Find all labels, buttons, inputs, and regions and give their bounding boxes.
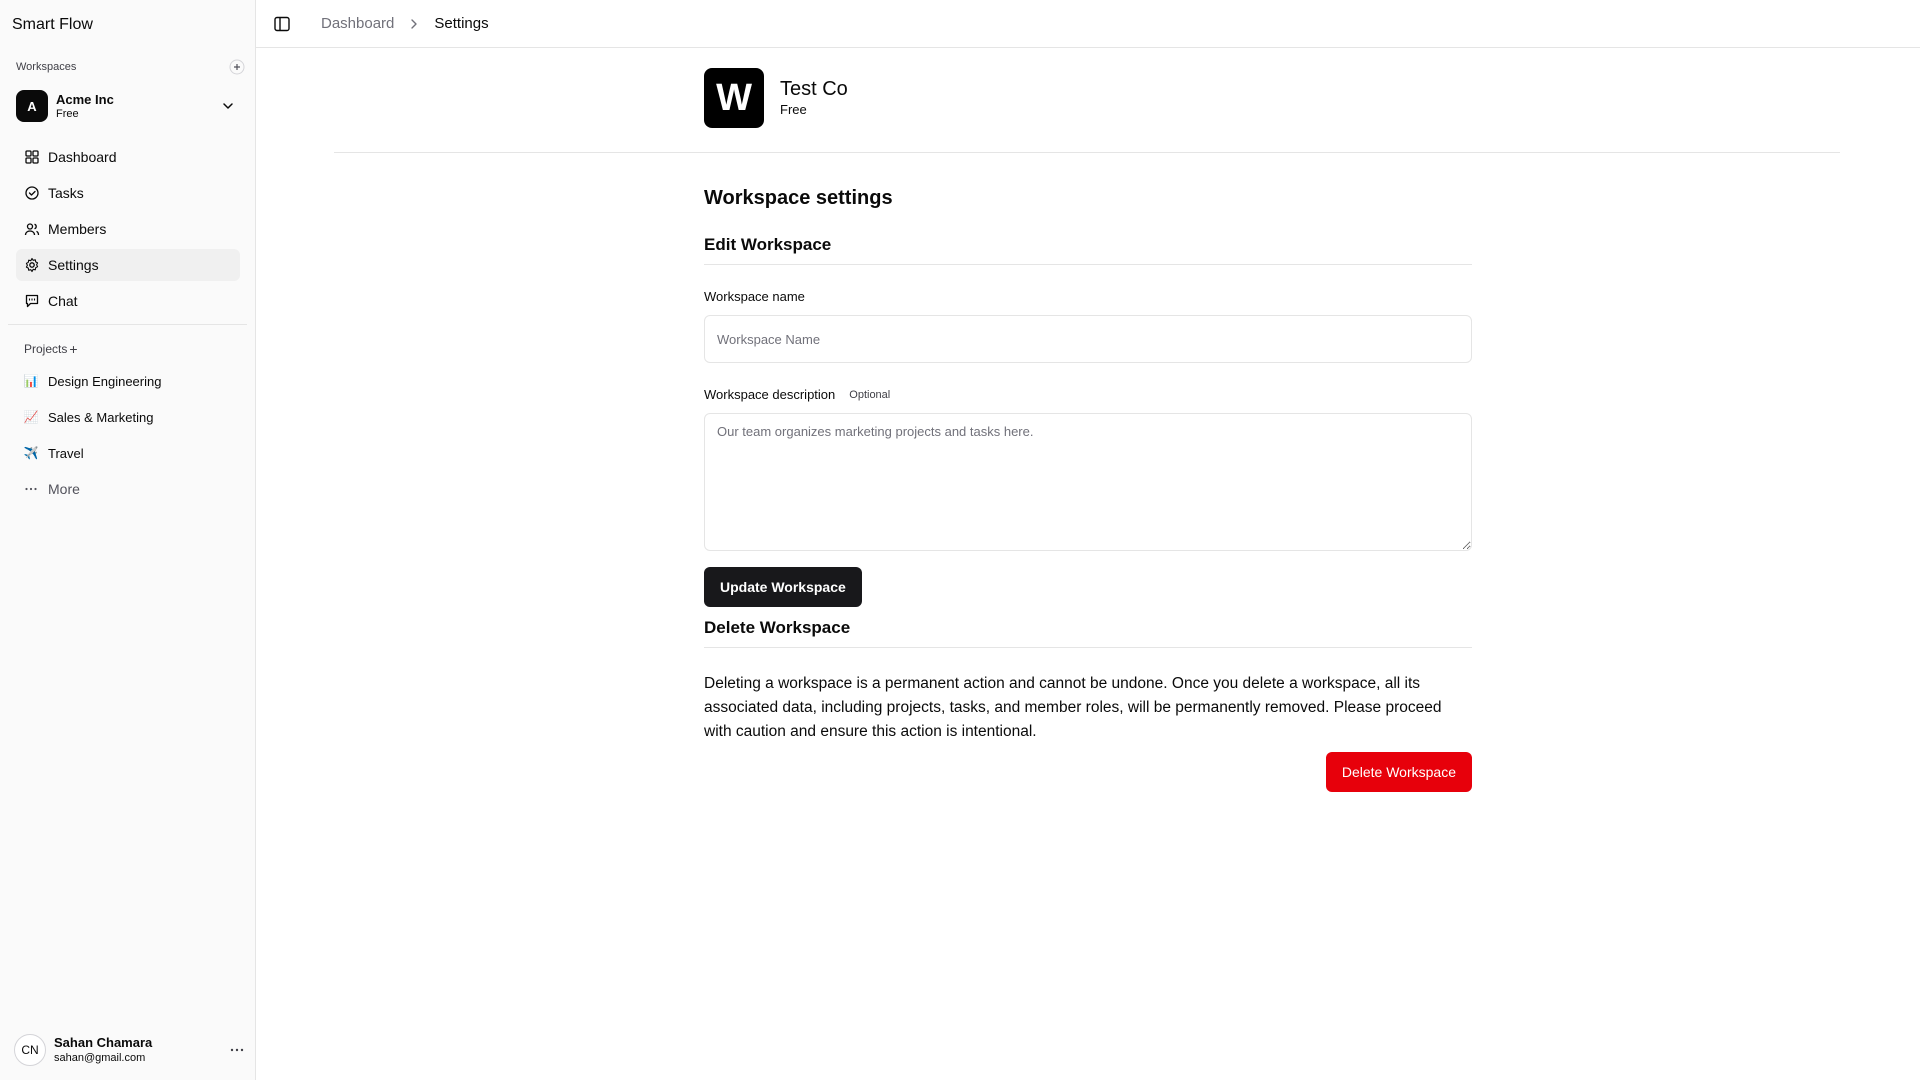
trend-up-icon: 📈 <box>23 410 39 424</box>
more-label: More <box>48 481 80 497</box>
workspace-name: Acme Inc <box>56 91 114 107</box>
project-item-design-engineering[interactable]: 📊 Design Engineering <box>16 365 240 397</box>
add-project-button[interactable]: + <box>69 341 77 357</box>
workspace-description-label: Workspace description Optional <box>704 387 1472 403</box>
workspace-header-name: Test Co <box>780 78 848 100</box>
workspace-header: W Test Co Free <box>704 68 848 128</box>
ellipsis-icon <box>25 487 37 491</box>
projects-list: 📊 Design Engineering 📈 Sales & Marketing… <box>16 365 240 509</box>
workspace-description-label-text: Workspace description <box>704 387 836 402</box>
dashboard-icon <box>25 150 39 164</box>
user-name: Sahan Chamara <box>54 1035 153 1050</box>
sidebar-divider <box>8 324 247 325</box>
nav-item-dashboard[interactable]: Dashboard <box>16 141 240 173</box>
edit-section-divider <box>704 264 1472 265</box>
project-label: Travel <box>48 445 84 461</box>
chevron-down-icon <box>223 103 233 109</box>
projects-more-button[interactable]: More <box>16 473 240 505</box>
page-title: Workspace settings <box>704 187 893 209</box>
nav-item-chat[interactable]: Chat <box>16 285 240 317</box>
nav-label-dashboard: Dashboard <box>48 149 117 165</box>
workspaces-label: Workspaces <box>16 61 77 73</box>
workspace-name-input[interactable] <box>704 315 1472 363</box>
user-email: sahan@gmail.com <box>54 1052 146 1064</box>
nav-label-chat: Chat <box>48 293 78 309</box>
project-label: Sales & Marketing <box>48 409 154 425</box>
projects-header: Projects + <box>24 341 78 357</box>
app-title: Smart Flow <box>12 16 93 33</box>
workspace-plan: Free <box>56 107 79 120</box>
delete-workspace-button[interactable]: Delete Workspace <box>1325 752 1472 792</box>
workspace-name-label: Workspace name <box>704 289 1472 305</box>
delete-section-divider <box>704 647 1472 648</box>
add-workspace-button[interactable] <box>229 59 245 75</box>
nav-item-tasks[interactable]: Tasks <box>16 177 240 209</box>
delete-button-row: Delete Workspace <box>704 752 1472 792</box>
gear-icon <box>25 257 39 273</box>
delete-section-title: Delete Workspace <box>704 618 851 637</box>
workspace-avatar: A <box>16 90 48 122</box>
ellipsis-icon[interactable] <box>229 1042 245 1058</box>
workspace-description-textarea[interactable] <box>704 413 1472 551</box>
avatar: CN <box>14 1034 46 1066</box>
message-icon <box>25 294 39 308</box>
user-menu[interactable]: CN Sahan Chamara sahan@gmail.com <box>14 1032 245 1068</box>
workspace-info: Acme Inc Free <box>56 92 114 121</box>
workspace-logo: W <box>704 68 764 128</box>
chart-icon: 📊 <box>23 374 39 388</box>
workspaces-header: Workspaces <box>16 58 245 76</box>
topbar: Dashboard Settings <box>256 0 1920 48</box>
delete-warning-text: Deleting a workspace is a permanent acti… <box>704 675 1442 740</box>
nav-label-tasks: Tasks <box>48 185 84 201</box>
project-item-travel[interactable]: ✈️ Travel <box>16 437 240 469</box>
nav-item-members[interactable]: Members <box>16 213 240 245</box>
app-root: Smart Flow Workspaces A Acme Inc Free Da… <box>0 0 1920 1080</box>
sidebar: Smart Flow Workspaces A Acme Inc Free Da… <box>0 0 256 1080</box>
nav-item-settings[interactable]: Settings <box>16 249 240 281</box>
breadcrumb-dashboard[interactable]: Dashboard <box>321 15 394 32</box>
settings-content: Workspace settings Edit Workspace Worksp… <box>704 186 1472 792</box>
project-item-sales-marketing[interactable]: 📈 Sales & Marketing <box>16 401 240 433</box>
optional-badge: Optional <box>849 389 891 401</box>
workspace-switcher[interactable]: A Acme Inc Free <box>8 86 244 126</box>
breadcrumb-settings: Settings <box>434 15 489 32</box>
user-info: Sahan Chamara sahan@gmail.com <box>54 1035 152 1065</box>
nav-label-settings: Settings <box>48 257 99 273</box>
main-nav: Dashboard Tasks Members Settings Chat <box>16 141 240 321</box>
workspace-header-plan: Free <box>780 102 807 117</box>
project-label: Design Engineering <box>48 373 162 389</box>
workspace-header-info: Test Co Free <box>780 77 848 119</box>
projects-label: Projects <box>24 342 68 356</box>
edit-section-title: Edit Workspace <box>704 235 832 254</box>
workspace-name-label-text: Workspace name <box>704 289 805 304</box>
users-icon <box>24 223 40 236</box>
plus-circle-icon <box>229 59 245 75</box>
chevron-right-icon <box>411 18 418 29</box>
check-circle-icon <box>25 186 39 200</box>
update-workspace-button[interactable]: Update Workspace <box>704 567 862 607</box>
breadcrumb: Dashboard Settings <box>321 15 489 32</box>
header-divider <box>334 152 1840 153</box>
main-content: Dashboard Settings W Test Co Free Worksp… <box>256 0 1920 1080</box>
nav-label-members: Members <box>48 221 107 237</box>
airplane-icon: ✈️ <box>23 446 39 460</box>
sidebar-toggle-icon[interactable] <box>272 14 292 34</box>
